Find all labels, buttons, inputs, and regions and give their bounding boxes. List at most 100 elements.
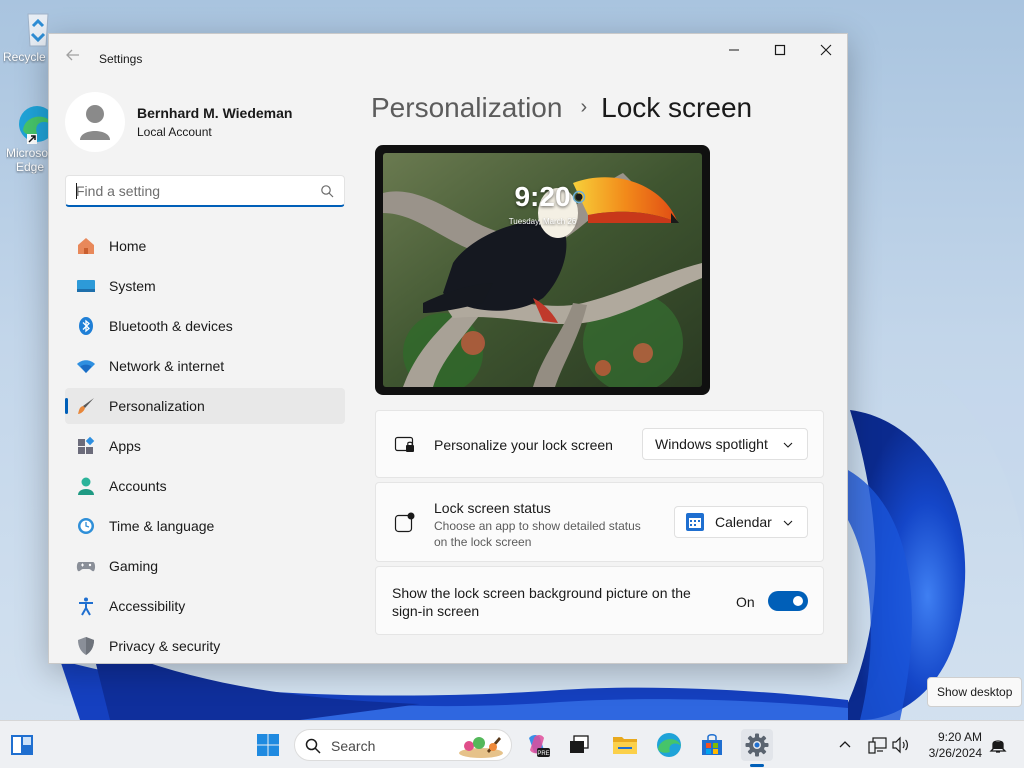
notification-bell-icon <box>989 740 1007 753</box>
search-box[interactable] <box>65 175 345 207</box>
bluetooth-icon <box>75 315 97 337</box>
user-name: Bernhard M. Wiedeman <box>137 105 293 121</box>
copilot-icon: PRE <box>529 735 550 757</box>
microsoft-store-button[interactable] <box>696 729 728 761</box>
store-icon <box>702 734 722 755</box>
lock-screen-status-card: Lock screen status Choose an app to show… <box>375 482 824 562</box>
task-view-button[interactable] <box>563 729 595 761</box>
preview-time: 9:20 <box>514 181 571 212</box>
preview-date: Tuesday, March 26 <box>508 217 577 226</box>
account-type: Local Account <box>137 125 212 139</box>
brush-icon <box>75 395 97 417</box>
sidebar-item-accounts[interactable]: Accounts <box>65 468 345 504</box>
gear-icon <box>745 733 769 757</box>
clock-time: 9:20 AM <box>937 730 982 744</box>
file-explorer-button[interactable] <box>609 729 641 761</box>
sidebar-item-label: Accessibility <box>109 598 186 614</box>
show-hidden-icons-button[interactable] <box>829 729 861 761</box>
sidebar-item-gaming[interactable]: Gaming <box>65 548 345 584</box>
shield-icon <box>75 635 97 657</box>
chevron-down-icon <box>783 520 793 526</box>
user-profile[interactable]: Bernhard M. Wiedeman Local Account <box>65 92 345 152</box>
gamepad-icon <box>75 555 97 577</box>
calendar-icon <box>686 513 704 531</box>
maximize-button[interactable] <box>757 34 803 66</box>
sidebar-item-apps[interactable]: Apps <box>65 428 345 464</box>
sidebar-item-label: Privacy & security <box>109 638 221 654</box>
chevron-up-icon <box>839 741 851 748</box>
setting-title: Lock screen status <box>434 500 551 516</box>
widgets-icon <box>11 735 33 755</box>
sidebar-item-label: Network & internet <box>109 358 225 374</box>
sidebar-item-privacy-security[interactable]: Privacy & security <box>65 628 345 663</box>
clock-date: 3/26/2024 <box>928 746 982 760</box>
speaker-icon <box>892 736 908 754</box>
setting-title: Personalize your lock screen <box>434 437 613 453</box>
system-clock[interactable]: 9:20 AM 3/26/2024 <box>929 729 982 761</box>
wifi-icon <box>75 355 97 377</box>
settings-window: Settings Bernhard M. Wiedeman Local Acco… <box>48 33 848 664</box>
search-icon <box>321 185 334 198</box>
edge-taskbar-button[interactable] <box>653 729 685 761</box>
lock-screen-icon <box>394 436 414 452</box>
search-input[interactable] <box>76 181 306 201</box>
chevron-right-icon: › <box>580 96 588 118</box>
sidebar-item-home[interactable]: Home <box>65 228 345 264</box>
svg-text:PRE: PRE <box>537 751 549 757</box>
sidebar-item-personalization[interactable]: Personalization <box>65 388 345 424</box>
minimize-icon <box>729 49 739 51</box>
sidebar-item-label: Home <box>109 238 147 254</box>
notifications-button[interactable] <box>982 729 1014 761</box>
widgets-button[interactable] <box>6 729 38 761</box>
sidebar-item-label: Bluetooth & devices <box>109 318 233 334</box>
toggle-knob <box>793 596 803 606</box>
signin-background-card: Show the lock screen background picture … <box>375 566 824 635</box>
setting-title: sign-in screen <box>392 603 480 619</box>
sidebar-item-label: Gaming <box>109 558 159 574</box>
taskbar-search-label: Search <box>331 738 376 754</box>
sidebar-item-label: Time & language <box>109 518 215 534</box>
taskbar-search[interactable]: Search <box>294 729 512 761</box>
title-bar: Settings <box>49 34 847 66</box>
sidebar-item-accessibility[interactable]: Accessibility <box>65 588 345 624</box>
folder-icon <box>613 737 637 754</box>
start-button[interactable] <box>252 729 284 761</box>
sidebar-item-time-language[interactable]: Time & language <box>65 508 345 544</box>
sidebar-item-label: System <box>109 278 156 294</box>
settings-taskbar-button[interactable] <box>741 729 773 761</box>
personalize-lock-screen-card: Personalize your lock screen Windows spo… <box>375 410 824 478</box>
setting-description: on the lock screen <box>434 535 532 549</box>
task-view-icon <box>570 735 589 753</box>
lock-screen-status-icon <box>394 512 415 533</box>
copilot-button[interactable]: PRE <box>521 729 553 761</box>
toggle-state-label: On <box>736 594 755 610</box>
close-button[interactable] <box>803 34 847 66</box>
search-highlight-art-icon <box>459 737 503 758</box>
windows-logo-icon <box>257 734 279 756</box>
sidebar-item-network[interactable]: Network & internet <box>65 348 345 384</box>
sidebar-item-system[interactable]: System <box>65 268 345 304</box>
setting-description: Choose an app to show detailed status <box>434 519 641 533</box>
sidebar-item-label: Apps <box>109 438 141 454</box>
sidebar-item-bluetooth[interactable]: Bluetooth & devices <box>65 308 345 344</box>
avatar <box>65 92 125 152</box>
lock-screen-background-dropdown[interactable]: Windows spotlight <box>642 428 808 460</box>
desktop-icon-label: Microsoft Edge <box>6 146 54 174</box>
person-icon <box>75 475 97 497</box>
signin-background-toggle[interactable] <box>768 591 808 611</box>
minimize-button[interactable] <box>711 34 757 66</box>
sidebar-item-label: Accounts <box>109 478 167 494</box>
back-arrow-icon[interactable] <box>63 48 83 68</box>
lock-screen-status-dropdown[interactable]: Calendar <box>674 506 808 538</box>
system-icon <box>75 275 97 297</box>
breadcrumb-parent[interactable]: Personalization <box>371 92 562 123</box>
home-icon <box>75 235 97 257</box>
chevron-down-icon <box>783 442 793 448</box>
search-icon <box>305 738 321 754</box>
person-silhouette-icon <box>80 105 110 140</box>
volume-button[interactable] <box>885 729 917 761</box>
page-title: Lock screen <box>601 92 753 123</box>
apps-icon <box>75 435 97 457</box>
running-app-indicator <box>750 764 764 767</box>
show-desktop-tooltip: Show desktop <box>927 677 1023 707</box>
